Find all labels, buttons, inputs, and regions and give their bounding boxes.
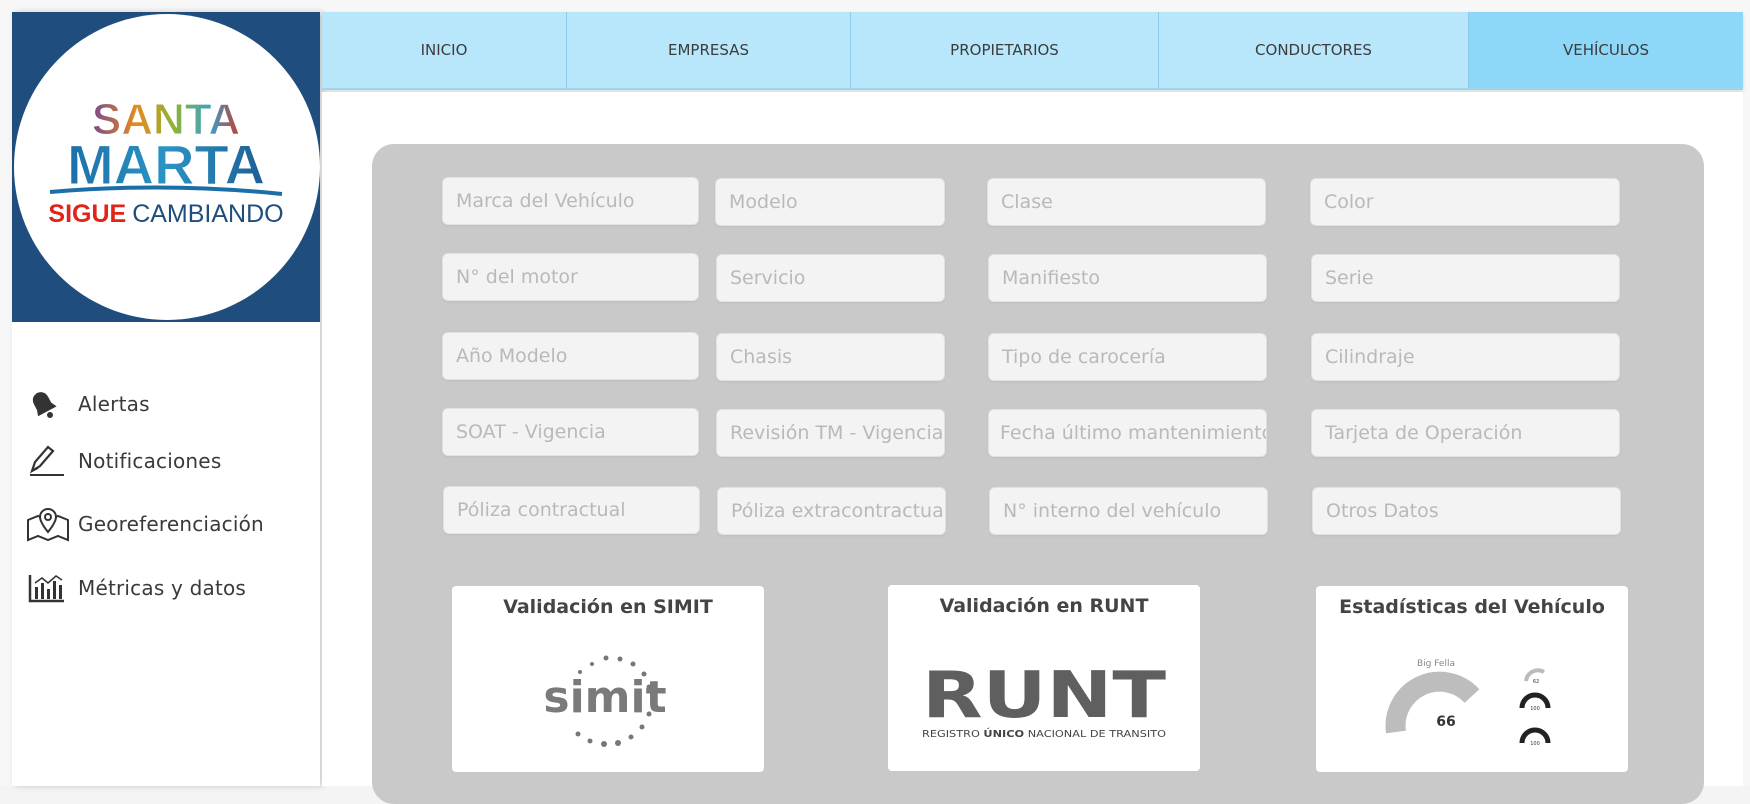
sidebar-item-label: Notificaciones <box>78 449 222 473</box>
card-validacion-simit[interactable]: Validación en SIMIT simit <box>452 586 764 772</box>
field-soat-vigencia[interactable]: SOAT - Vigencia <box>442 408 699 456</box>
field-ano-modelo[interactable]: Año Modelo <box>442 332 699 380</box>
field-numero-interno[interactable]: N° interno del vehículo <box>989 487 1268 535</box>
field-fecha-mantenimiento[interactable]: Fecha último mantenimiento <box>988 409 1267 457</box>
logo-banner: SANTA MARTA SIGUE CAMBIANDO <box>12 12 320 322</box>
runt-logo-text: RUNT <box>922 659 1166 733</box>
field-chasis[interactable]: Chasis <box>716 333 945 381</box>
tab-vehiculos[interactable]: VEHÍCULOS <box>1469 12 1743 88</box>
mini-gauge-2: 100 <box>1530 706 1540 712</box>
card-estadisticas-vehiculo[interactable]: Estadísticas del Vehículo Big Fella 66 6… <box>1316 586 1628 772</box>
field-marca-vehiculo[interactable]: Marca del Vehículo <box>442 177 699 225</box>
field-tarjeta-operacion[interactable]: Tarjeta de Operación <box>1311 409 1620 457</box>
simit-logo-text: simit <box>543 672 666 723</box>
bar-chart-icon <box>26 568 70 608</box>
sidebar-item-label: Alertas <box>78 392 150 416</box>
top-navigation: INICIO EMPRESAS PROPIETARIOS CONDUCTORES… <box>322 12 1743 90</box>
field-tipo-carroceria[interactable]: Tipo de carocería <box>988 333 1267 381</box>
sidebar-item-label: Georeferenciación <box>78 512 264 536</box>
field-otros-datos[interactable]: Otros Datos <box>1312 487 1621 535</box>
mini-gauge-3: 100 <box>1530 741 1540 747</box>
field-color[interactable]: Color <box>1310 178 1620 226</box>
field-modelo[interactable]: Modelo <box>715 178 945 226</box>
logo-tagline: SIGUE CAMBIANDO <box>48 200 283 228</box>
mini-gauge-1: 62 <box>1533 679 1539 685</box>
main-content: Marca del Vehículo Modelo Clase Color N°… <box>322 92 1743 804</box>
field-manifiesto[interactable]: Manifiesto <box>988 254 1267 302</box>
sidebar-item-alertas[interactable]: Alertas <box>26 382 306 426</box>
field-numero-motor[interactable]: N° del motor <box>442 253 699 301</box>
field-serie[interactable]: Serie <box>1311 254 1620 302</box>
gauge-value: 66 <box>1436 714 1455 730</box>
vehicle-form-panel: Marca del Vehículo Modelo Clase Color N°… <box>372 144 1704 804</box>
field-servicio[interactable]: Servicio <box>716 254 945 302</box>
sidebar-item-georeferenciacion[interactable]: Georeferenciación <box>26 502 306 546</box>
field-revision-tm[interactable]: Revisión TM - Vigencia <box>716 409 945 457</box>
sidebar-item-notificaciones[interactable]: Notificaciones <box>26 439 306 483</box>
pencil-icon <box>26 441 70 481</box>
field-poliza-contractual[interactable]: Póliza contractual <box>443 486 700 534</box>
field-poliza-extracontractual[interactable]: Póliza extracontractual <box>717 487 946 535</box>
field-clase[interactable]: Clase <box>987 178 1266 226</box>
runt-logo-subtitle: REGISTRO ÚNICO NACIONAL DE TRANSITO <box>922 727 1166 740</box>
tab-inicio[interactable]: INICIO <box>322 12 567 88</box>
vehicle-stats-gauges: Big Fella 66 62 100 100 <box>1385 659 1551 747</box>
gauge-label: Big Fella <box>1417 659 1455 669</box>
sidebar-item-metricas[interactable]: Métricas y datos <box>26 566 306 610</box>
card-validacion-runt[interactable]: Validación en RUNT RUNT REGISTRO ÚNICO N… <box>888 585 1200 771</box>
runt-logo: RUNT REGISTRO ÚNICO NACIONAL DE TRANSITO <box>922 659 1166 740</box>
bell-icon <box>26 384 70 424</box>
sidebar-item-label: Métricas y datos <box>78 576 247 600</box>
santa-marta-logo: SANTA MARTA SIGUE CAMBIANDO <box>48 95 283 229</box>
sidebar: SANTA MARTA SIGUE CAMBIANDO Alertas Notif… <box>12 12 320 786</box>
tab-conductores[interactable]: CONDUCTORES <box>1159 12 1469 88</box>
field-cilindraje[interactable]: Cilindraje <box>1311 333 1620 381</box>
simit-logo: simit <box>543 655 667 747</box>
map-pin-icon <box>26 504 70 544</box>
tab-propietarios[interactable]: PROPIETARIOS <box>851 12 1159 88</box>
app-window: SANTA MARTA SIGUE CAMBIANDO Alertas Notif… <box>0 0 1750 804</box>
gauge-arc <box>1385 671 1480 734</box>
tab-empresas[interactable]: EMPRESAS <box>567 12 851 88</box>
